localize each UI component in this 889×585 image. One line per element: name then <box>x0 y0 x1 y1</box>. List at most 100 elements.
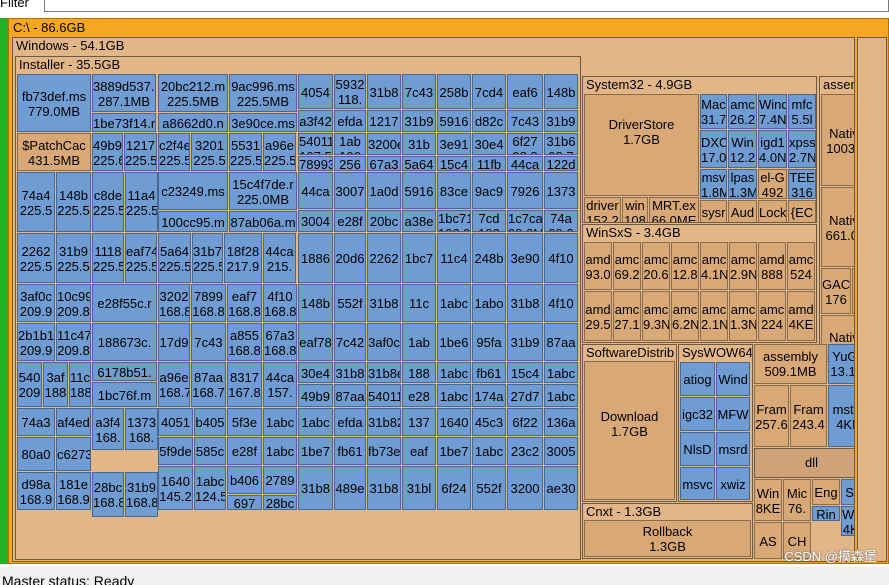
treemap-leaf[interactable]: mstm4KB <box>828 385 854 447</box>
treemap-leaf[interactable]: 1373 168. <box>125 408 158 450</box>
treemap-node-right-edge[interactable] <box>857 37 887 562</box>
treemap-leaf-download[interactable]: Download 1.7GB <box>584 361 675 500</box>
treemap-leaf[interactable]: 11c <box>402 284 436 322</box>
treemap-leaf[interactable]: 31b82 <box>367 408 401 436</box>
treemap-leaf[interactable]: 1640 <box>437 408 471 436</box>
treemap-leaf[interactable]: Rin <box>812 506 840 521</box>
treemap-leaf[interactable]: 1bc76f.m <box>92 382 157 407</box>
treemap-leaf[interactable]: 3e91 <box>437 133 471 155</box>
treemap-leaf[interactable]: 7cd103 <box>472 210 506 232</box>
treemap-leaf[interactable]: 31b8 <box>507 284 543 322</box>
treemap-leaf[interactable]: 2262 <box>367 233 401 283</box>
treemap-leaf[interactable]: el-G 492 <box>758 169 787 199</box>
treemap-leaf[interactable]: b405 <box>194 408 226 436</box>
treemap-leaf[interactable]: win 108 <box>622 197 648 222</box>
treemap-leaf[interactable]: 7cd4 <box>472 74 506 109</box>
treemap-leaf[interactable]: xwiz <box>716 467 750 500</box>
treemap-leaf[interactable]: 256 <box>334 156 366 171</box>
treemap-node-cnxt[interactable]: Cnxt - 1.3GB Rollback 1.3GB <box>582 503 753 559</box>
treemap-leaf[interactable]: 188673c. <box>92 323 157 361</box>
treemap-leaf[interactable]: amc 27.1 <box>613 291 641 341</box>
treemap-leaf[interactable]: 45c3 <box>472 408 506 436</box>
treemap-leaf[interactable]: amd 4KE <box>787 291 815 341</box>
treemap-leaf[interactable]: 1640 145.2 <box>158 466 193 510</box>
treemap-leaf[interactable]: 67a3 <box>367 156 401 171</box>
treemap-leaf[interactable]: amd 888 <box>758 242 786 290</box>
treemap-leaf[interactable]: 3af0c 209.9 <box>17 284 55 322</box>
treemap-leaf[interactable]: 44ca <box>507 156 543 171</box>
treemap-leaf[interactable]: 8317 167.8 <box>227 362 262 407</box>
treemap-leaf[interactable]: fb73e <box>367 437 401 465</box>
treemap-leaf[interactable]: 87aa <box>544 323 578 361</box>
treemap-leaf[interactable]: 1ab106 <box>334 133 366 155</box>
treemap-leaf[interactable]: 3201 225.5 <box>191 133 228 171</box>
treemap-leaf[interactable]: NativeIr661.0ME <box>821 187 854 267</box>
treemap-leaf[interactable]: amc 224 <box>758 291 786 341</box>
treemap-leaf[interactable]: 1abc 124.5 <box>194 466 226 510</box>
treemap-leaf[interactable]: 31bl <box>402 466 436 510</box>
treemap-leaf[interactable]: mfc 5.5l <box>788 94 816 129</box>
treemap-leaf[interactable]: 3e90ce.ms <box>229 113 297 132</box>
treemap-leaf[interactable]: 74a99.0 <box>544 210 578 232</box>
treemap-leaf[interactable]: 3007 <box>334 172 366 209</box>
treemap-leaf[interactable]: igc32 <box>680 397 715 431</box>
treemap-leaf[interactable]: 31b698.7 <box>544 133 578 155</box>
treemap-leaf[interactable]: driver 152.2 <box>584 197 621 222</box>
treemap-leaf[interactable]: 3af0c <box>367 323 401 361</box>
treemap-leaf[interactable]: c8de 225.5 <box>92 172 124 232</box>
treemap-leaf[interactable]: 1abc <box>437 384 471 407</box>
treemap-leaf[interactable]: 44ca <box>298 172 333 209</box>
treemap-leaf[interactable]: Sta <box>841 479 854 505</box>
treemap-leaf[interactable]: 100cc95.m <box>158 211 228 232</box>
treemap-leaf[interactable]: 31b9 <box>402 110 436 132</box>
treemap-leaf[interactable]: e28f <box>227 437 262 465</box>
treemap-leaf[interactable]: 31b9 <box>507 323 543 361</box>
treemap-leaf[interactable]: d82c <box>472 110 506 132</box>
treemap-leaf[interactable]: Nat173 <box>852 268 854 314</box>
treemap-leaf[interactable]: 1abc <box>472 437 506 465</box>
treemap-leaf[interactable]: 18f28 217.9 <box>224 233 262 283</box>
treemap-leaf[interactable]: a8662d0.n <box>158 113 228 132</box>
treemap-leaf[interactable]: 31b7 225.5 <box>192 233 223 283</box>
treemap-leaf[interactable]: MFW <box>716 397 750 431</box>
treemap-leaf[interactable]: 54011 <box>367 384 401 407</box>
treemap-leaf[interactable]: 1abc <box>263 437 297 465</box>
treemap-leaf[interactable]: a3f4 168. <box>92 408 124 450</box>
treemap-leaf-rollback[interactable]: Rollback 1.3GB <box>584 520 751 557</box>
treemap-leaf[interactable]: 3202 168.8 <box>158 284 190 322</box>
treemap-leaf[interactable]: amc 26.2 <box>728 94 757 129</box>
treemap-leaf[interactable]: eaf78 <box>298 323 333 361</box>
treemap-leaf[interactable]: 15c4 <box>437 156 471 171</box>
treemap-leaf-assembly-509mb[interactable]: assembly 509.1MB <box>754 344 827 384</box>
treemap-leaf-yugo[interactable]: YuGo 13.1M <box>828 344 854 384</box>
treemap-leaf[interactable]: 3e90 <box>507 233 543 283</box>
treemap-leaf[interactable]: Fram 257.6 <box>754 385 789 447</box>
treemap-leaf[interactable]: amc 2.9N <box>729 242 757 290</box>
treemap-leaf[interactable]: 30e4 <box>298 362 333 383</box>
treemap-leaf[interactable]: 1abc <box>544 362 578 383</box>
filter-input[interactable] <box>44 0 889 12</box>
treemap-leaf[interactable]: c23249.ms <box>158 172 228 210</box>
treemap-leaf[interactable]: 136a <box>544 408 578 436</box>
treemap-leaf[interactable]: c2f4e 225.5 <box>158 133 190 171</box>
treemap-leaf[interactable]: msrd <box>716 432 750 466</box>
treemap-leaf[interactable]: 11c 188 <box>69 362 91 407</box>
treemap-leaf[interactable]: 174a <box>472 384 506 407</box>
treemap-leaf[interactable]: 137 <box>402 408 436 436</box>
treemap-leaf[interactable]: fb61 <box>334 437 366 465</box>
treemap-leaf[interactable]: 1217 <box>367 110 401 132</box>
treemap-leaf[interactable]: NativeIr1003.3M <box>821 94 854 186</box>
treemap-leaf[interactable]: amd 93.0 <box>584 242 612 290</box>
treemap-leaf[interactable]: 28bc <box>263 495 297 510</box>
treemap-node-syswow64[interactable]: SysWOW64 atiog Wind igc32 MFW NlsD msrd msvc xw… <box>678 344 753 502</box>
treemap-leaf[interactable]: 20bc212.m 225.5MB <box>158 74 228 112</box>
treemap-leaf[interactable]: 74a4 225.5 <box>17 172 55 232</box>
treemap-leaf[interactable]: 83ce <box>437 172 471 209</box>
treemap-leaf[interactable]: c6273 <box>56 437 91 471</box>
treemap-leaf[interactable]: 1886 <box>298 233 333 283</box>
treemap-leaf[interactable]: 2789 <box>263 466 297 494</box>
treemap-leaf[interactable]: 3005 <box>544 437 578 465</box>
treemap-leaf[interactable]: amc 6.2N <box>671 291 699 341</box>
treemap-leaf[interactable]: 44ca 157. <box>263 362 297 407</box>
treemap-leaf[interactable]: 1be7 <box>437 437 471 465</box>
